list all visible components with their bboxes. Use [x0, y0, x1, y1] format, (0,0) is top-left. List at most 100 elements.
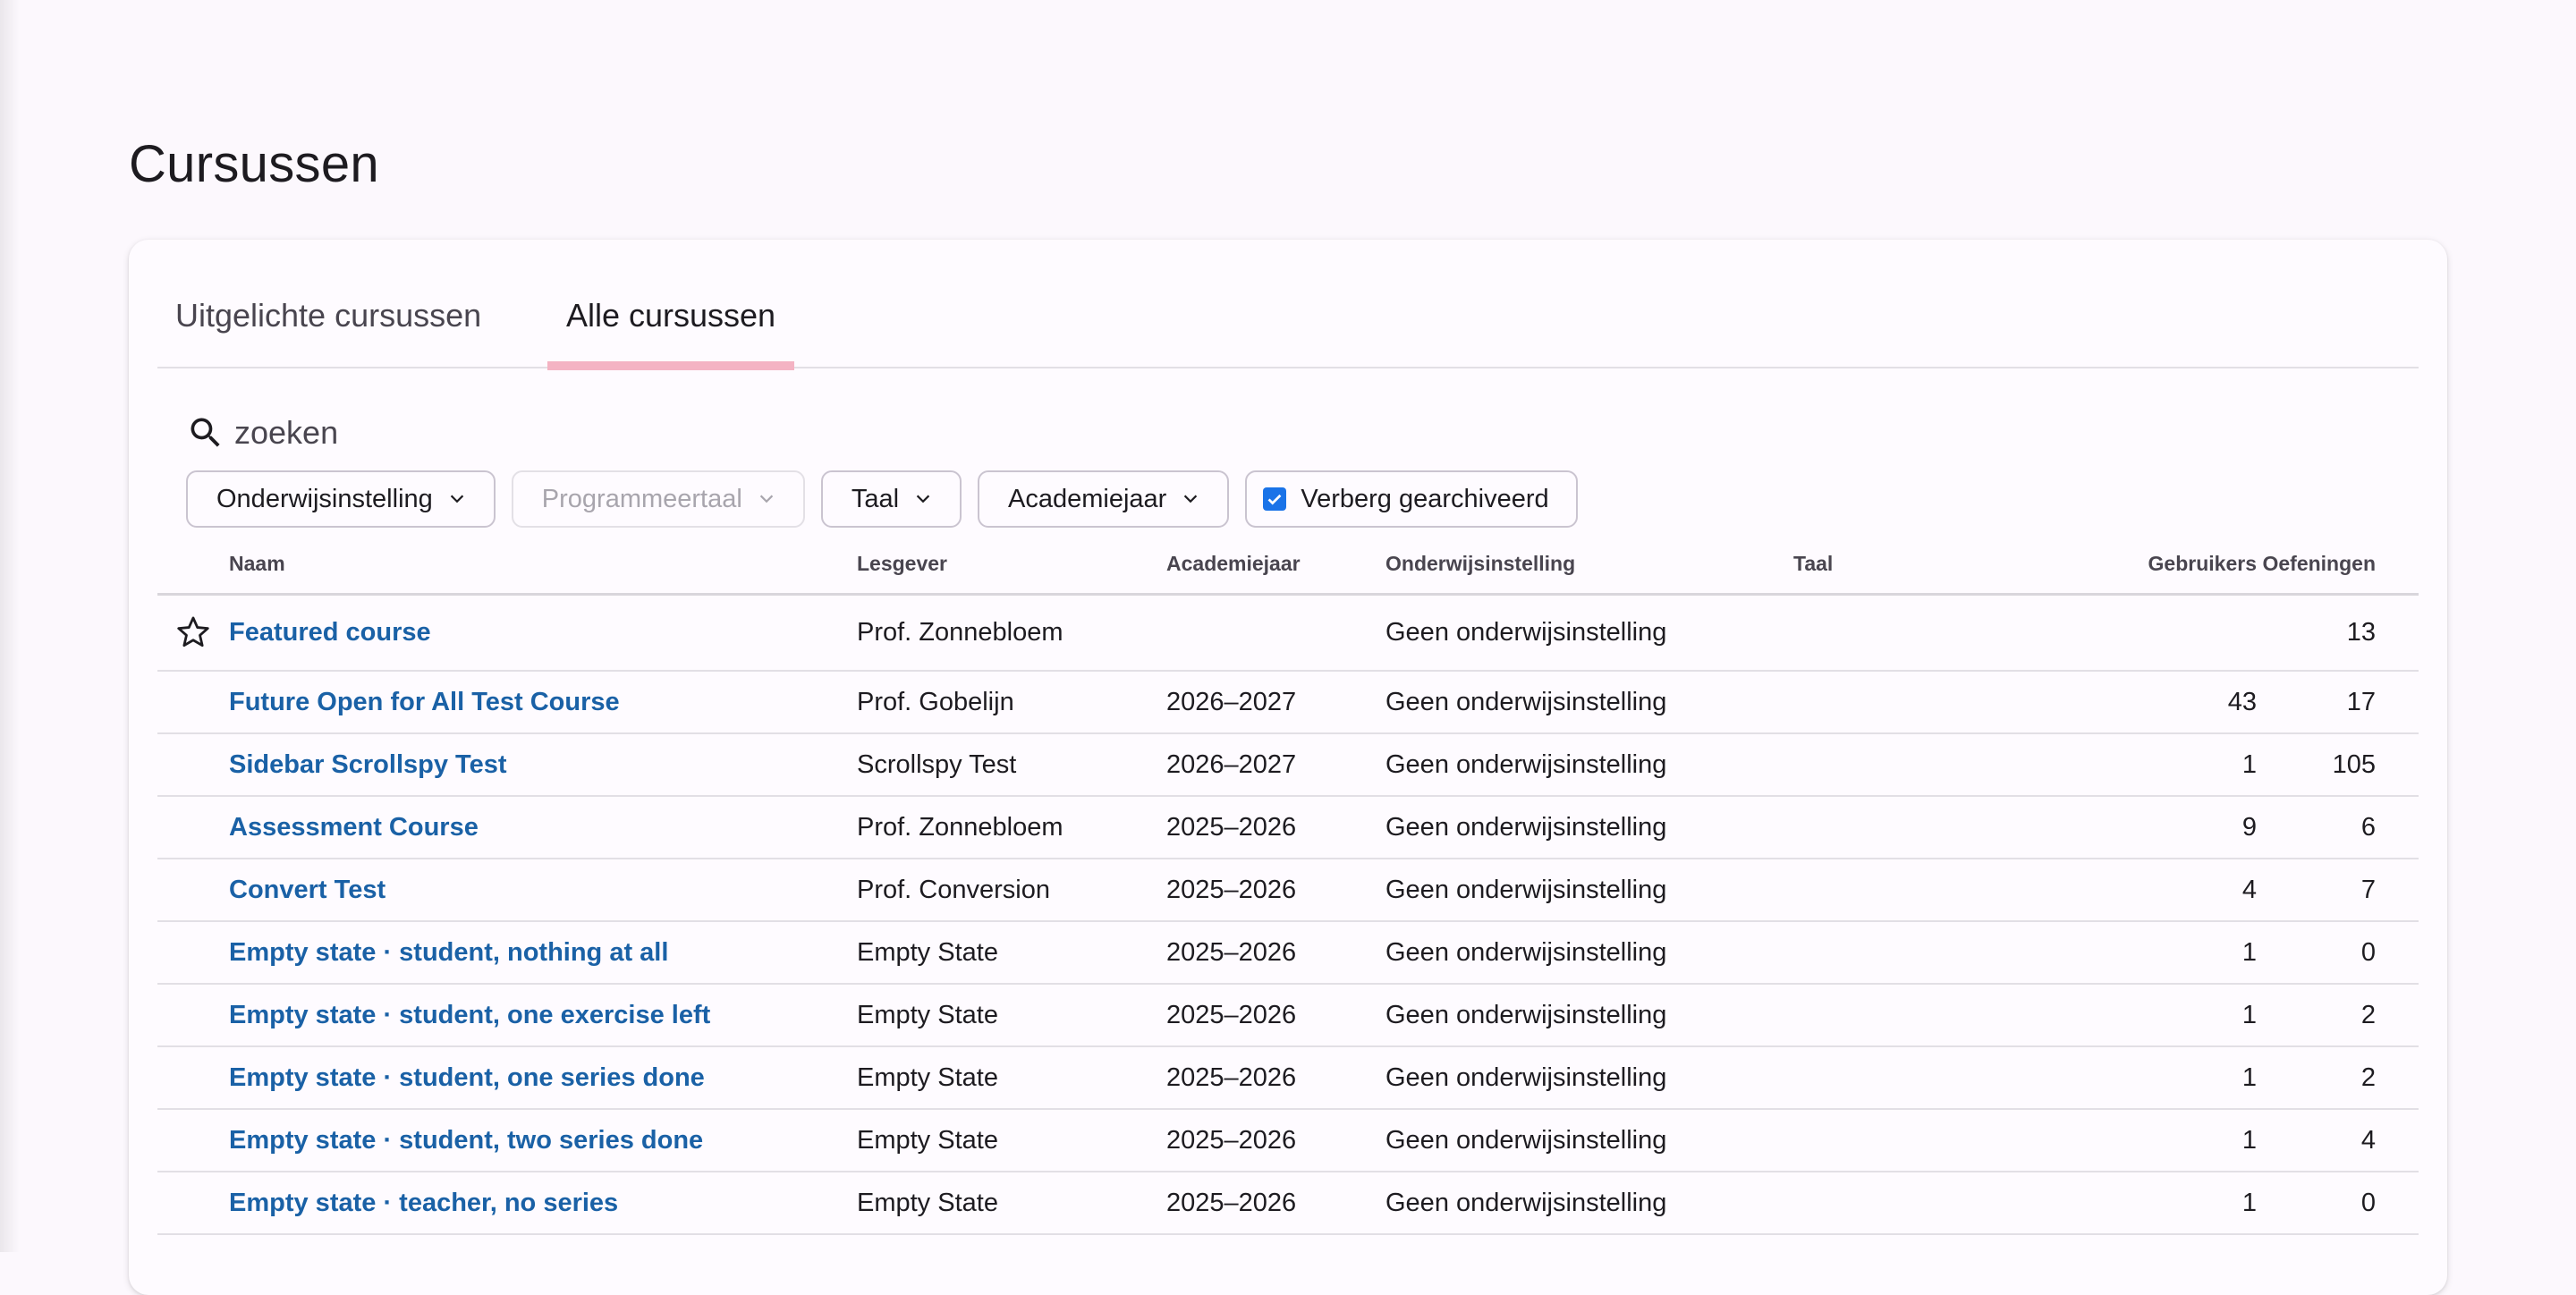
users-cell: 1: [2051, 984, 2257, 1047]
users-cell: [2051, 594, 2257, 672]
institution-cell: Geen onderwijsinstelling: [1385, 796, 1793, 859]
name-cell: Convert Test: [229, 859, 857, 922]
institution-cell: Geen onderwijsinstelling: [1385, 859, 1793, 922]
teacher-cell: Scrollspy Test: [857, 733, 1166, 797]
table-row[interactable]: Empty state · student, two series done Em…: [157, 1109, 2419, 1172]
year-cell: 2025–2026: [1166, 796, 1385, 859]
language-cell: [1793, 984, 2051, 1047]
drawer-shadow: [0, 0, 20, 1252]
teacher-cell: Prof. Zonnebloem: [857, 594, 1166, 672]
table-row[interactable]: Assessment Course Prof. Zonnebloem 2025–20…: [157, 796, 2419, 859]
teacher-cell: Empty State: [857, 1109, 1166, 1172]
course-link[interactable]: Assessment Course: [229, 813, 479, 842]
year-cell: [1166, 594, 1385, 672]
course-link[interactable]: Empty state · student, one exercise left: [229, 1001, 710, 1029]
table-row[interactable]: Empty state · student, one exercise left…: [157, 984, 2419, 1047]
institution-cell: Geen onderwijsinstelling: [1385, 921, 1793, 985]
name-cell: Assessment Course: [229, 796, 857, 859]
course-link[interactable]: Empty state · teacher, no series: [229, 1189, 618, 1217]
exercises-cell: 0: [2257, 921, 2419, 985]
year-cell: 2026–2027: [1166, 733, 1385, 797]
filter-label: Programmeertaal: [541, 484, 742, 513]
header-star: [157, 535, 229, 596]
exercises-cell: 7: [2257, 859, 2419, 922]
header-users[interactable]: Gebruikers: [2051, 535, 2257, 596]
star-cell: [157, 671, 229, 734]
language-cell: [1793, 921, 2051, 985]
name-cell: Featured course: [229, 594, 857, 672]
exercises-cell: 2: [2257, 1046, 2419, 1110]
language-cell: [1793, 1172, 2051, 1235]
star-cell: [157, 859, 229, 922]
users-cell: 1: [2051, 921, 2257, 985]
star-cell: [157, 921, 229, 985]
tab-label: Uitgelichte cursussen: [175, 297, 482, 334]
hide-archived-toggle[interactable]: Verberg gearchiveerd: [1245, 470, 1578, 528]
table-row[interactable]: Empty state · teacher, no series Empty St…: [157, 1172, 2419, 1235]
academic-year-filter[interactable]: Academiejaar: [978, 470, 1230, 528]
institution-cell: Geen onderwijsinstelling: [1385, 1046, 1793, 1110]
year-cell: 2025–2026: [1166, 1109, 1385, 1172]
header-exercises[interactable]: Oefeningen: [2257, 535, 2419, 596]
teacher-cell: Prof. Zonnebloem: [857, 796, 1166, 859]
course-link[interactable]: Future Open for All Test Course: [229, 688, 620, 716]
star-cell: [157, 1109, 229, 1172]
teacher-cell: Empty State: [857, 984, 1166, 1047]
teacher-cell: Empty State: [857, 921, 1166, 985]
year-cell: 2025–2026: [1166, 859, 1385, 922]
chevron-down-icon: [450, 495, 463, 504]
hide-archived-label: Verberg gearchiveerd: [1301, 484, 1549, 513]
course-link[interactable]: Empty state · student, two series done: [229, 1126, 703, 1155]
table-row[interactable]: Convert Test Prof. Conversion 2025–2026 Gee…: [157, 859, 2419, 922]
table-row[interactable]: Featured course Prof. Zonnebloem Geen onde…: [157, 594, 2419, 672]
header-name[interactable]: Naam: [229, 535, 857, 596]
teacher-cell: Prof. Conversion: [857, 859, 1166, 922]
star-icon[interactable]: [157, 614, 229, 651]
language-cell: [1793, 1046, 2051, 1110]
language-filter[interactable]: Taal: [820, 470, 962, 528]
search-bar: [186, 406, 902, 460]
table-row[interactable]: Future Open for All Test Course Prof. Gob…: [157, 671, 2419, 734]
name-cell: Empty state · student, one series done: [229, 1046, 857, 1110]
course-link[interactable]: Empty state · student, one series done: [229, 1063, 705, 1092]
users-cell: 43: [2051, 671, 2257, 734]
language-cell: [1793, 733, 2051, 797]
star-cell: [157, 1046, 229, 1110]
name-cell: Sidebar Scrollspy Test: [229, 733, 857, 797]
institution-cell: Geen onderwijsinstelling: [1385, 984, 1793, 1047]
header-language[interactable]: Taal: [1793, 535, 2051, 596]
language-cell: [1793, 1109, 2051, 1172]
institution-cell: Geen onderwijsinstelling: [1385, 1172, 1793, 1235]
course-link[interactable]: Featured course: [229, 618, 431, 647]
course-link[interactable]: Sidebar Scrollspy Test: [229, 750, 507, 779]
table-row[interactable]: Empty state · student, nothing at all Emp…: [157, 921, 2419, 985]
star-cell: [157, 1172, 229, 1235]
users-cell: 4: [2051, 859, 2257, 922]
year-cell: 2025–2026: [1166, 1046, 1385, 1110]
filter-label: Academiejaar: [1008, 484, 1167, 513]
institution-cell: Geen onderwijsinstelling: [1385, 733, 1793, 797]
header-teacher[interactable]: Lesgever: [857, 535, 1166, 596]
tab-label: Alle cursussen: [565, 297, 776, 334]
header-year[interactable]: Academiejaar: [1166, 535, 1385, 596]
tab-all-courses[interactable]: Alle cursussen: [547, 297, 794, 370]
course-link[interactable]: Empty state · student, nothing at all: [229, 938, 668, 967]
institution-filter[interactable]: Onderwijsinstelling: [186, 470, 496, 528]
search-input[interactable]: [234, 414, 771, 452]
table-row[interactable]: Sidebar Scrollspy Test Scrollspy Test 2026…: [157, 733, 2419, 797]
course-link[interactable]: Convert Test: [229, 876, 386, 904]
language-cell: [1793, 859, 2051, 922]
star-cell: [157, 984, 229, 1047]
users-cell: 1: [2051, 1046, 2257, 1110]
name-cell: Empty state · student, two series done: [229, 1109, 857, 1172]
programming-language-filter[interactable]: Programmeertaal: [511, 470, 805, 528]
table-row[interactable]: Empty state · student, one series done Em…: [157, 1046, 2419, 1110]
header-institution[interactable]: Onderwijsinstelling: [1385, 535, 1793, 596]
checkbox-checked-icon[interactable]: [1263, 487, 1287, 511]
name-cell: Empty state · student, one exercise left: [229, 984, 857, 1047]
teacher-cell: Empty State: [857, 1172, 1166, 1235]
star-cell: [157, 594, 229, 672]
chevron-down-icon: [916, 495, 930, 504]
name-cell: Empty state · teacher, no series: [229, 1172, 857, 1235]
tab-featured-courses[interactable]: Uitgelichte cursussen: [175, 297, 481, 368]
